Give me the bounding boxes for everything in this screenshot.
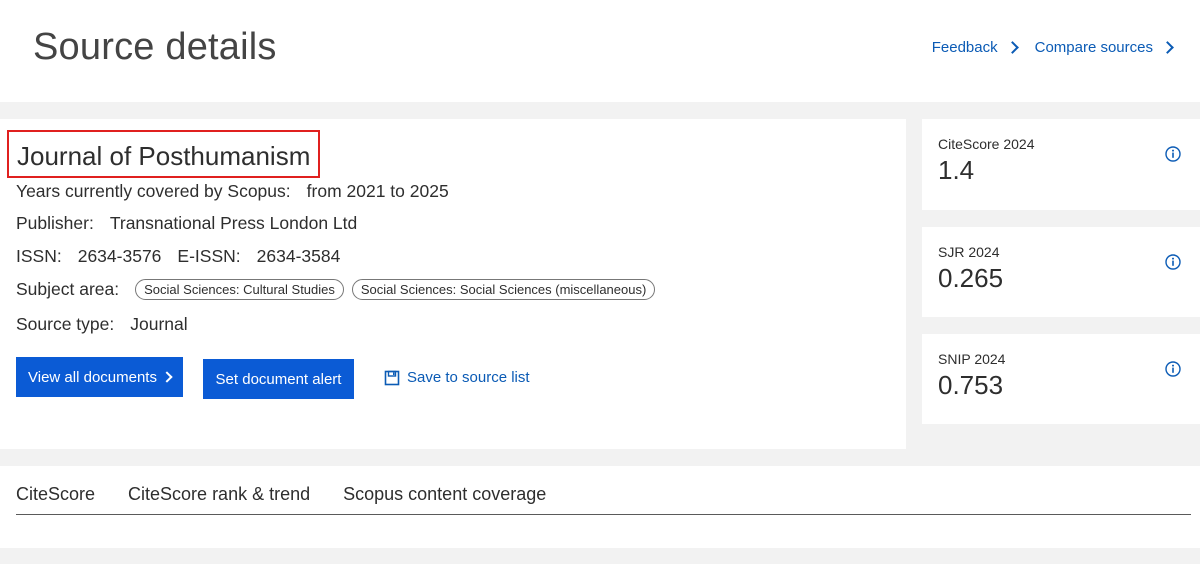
info-icon[interactable] [1165, 254, 1181, 270]
info-icon[interactable] [1165, 361, 1181, 377]
issn-label: ISSN: [16, 246, 62, 266]
feedback-link[interactable]: Feedback [931, 39, 1019, 56]
chevron-right-icon [161, 371, 173, 383]
source-type-label: Source type: [16, 314, 115, 334]
years-covered-value: from 2021 to 2025 [306, 181, 449, 201]
set-document-alert-label: Set document alert [215, 370, 342, 388]
journal-title: Journal of Posthumanism [17, 141, 311, 171]
tab-citescore-rank-trend[interactable]: CiteScore rank & trend [128, 484, 310, 505]
tabs-card: CiteScore CiteScore rank & trend Scopus … [0, 466, 1200, 548]
set-document-alert-button[interactable]: Set document alert [203, 359, 354, 399]
sjr-label: SJR 2024 [938, 244, 1000, 260]
tab-citescore[interactable]: CiteScore [16, 484, 95, 505]
publisher-value: Transnational Press London Ltd [109, 213, 358, 233]
years-covered-label: Years currently covered by Scopus: [16, 181, 291, 201]
subject-area-label: Subject area: [16, 279, 120, 299]
compare-sources-link[interactable]: Compare sources [1034, 39, 1174, 56]
chevron-right-icon [1005, 41, 1019, 54]
chevron-right-icon [1161, 41, 1174, 54]
save-to-source-list-label: Save to source list [407, 369, 530, 386]
snip-card: SNIP 2024 0.753 [922, 334, 1200, 424]
publisher-label: Publisher: [16, 213, 94, 233]
snip-label: SNIP 2024 [938, 351, 1006, 367]
view-all-documents-button[interactable]: View all documents [16, 357, 183, 397]
subject-area-row: Subject area: Social Sciences: Cultural … [16, 279, 663, 300]
source-type-row: Source type: Journal [16, 314, 204, 335]
citescore-label: CiteScore 2024 [938, 136, 1035, 152]
citescore-value: 1.4 [938, 155, 975, 185]
view-all-documents-label: View all documents [28, 368, 157, 386]
tabs-divider [16, 514, 1191, 515]
subject-tag[interactable]: Social Sciences: Cultural Studies [135, 279, 344, 300]
info-icon[interactable] [1165, 146, 1181, 162]
eissn-label: E-ISSN: [177, 246, 241, 266]
sjr-value: 0.265 [938, 263, 1004, 293]
years-covered-row: Years currently covered by Scopus: from … [16, 181, 465, 202]
feedback-link-label: Feedback [931, 39, 998, 56]
source-type-value: Journal [130, 314, 188, 334]
tabs-nav: CiteScore CiteScore rank & trend Scopus … [16, 484, 546, 505]
issn-row: ISSN: 2634-3576 E-ISSN: 2634-3584 [16, 246, 356, 267]
sjr-card: SJR 2024 0.265 [922, 227, 1200, 317]
eissn-value: 2634-3584 [256, 246, 341, 266]
citescore-card: CiteScore 2024 1.4 [922, 119, 1200, 210]
subject-tag[interactable]: Social Sciences: Social Sciences (miscel… [351, 279, 656, 300]
publisher-row: Publisher: Transnational Press London Lt… [16, 213, 373, 234]
source-info-card: Journal of Posthumanism Years currently … [0, 119, 906, 449]
page-header: Source details Feedback Compare sources [0, 0, 1200, 102]
header-links: Feedback Compare sources [931, 39, 1174, 56]
page-title: Source details [33, 26, 277, 68]
save-to-source-list-link[interactable]: Save to source list [384, 369, 530, 386]
journal-title-highlight: Journal of Posthumanism [7, 130, 321, 178]
snip-value: 0.753 [938, 370, 1004, 400]
issn-value: 2634-3576 [77, 246, 162, 266]
compare-sources-link-label: Compare sources [1034, 39, 1153, 56]
save-icon [384, 370, 400, 385]
tab-scopus-content-coverage[interactable]: Scopus content coverage [343, 484, 546, 505]
